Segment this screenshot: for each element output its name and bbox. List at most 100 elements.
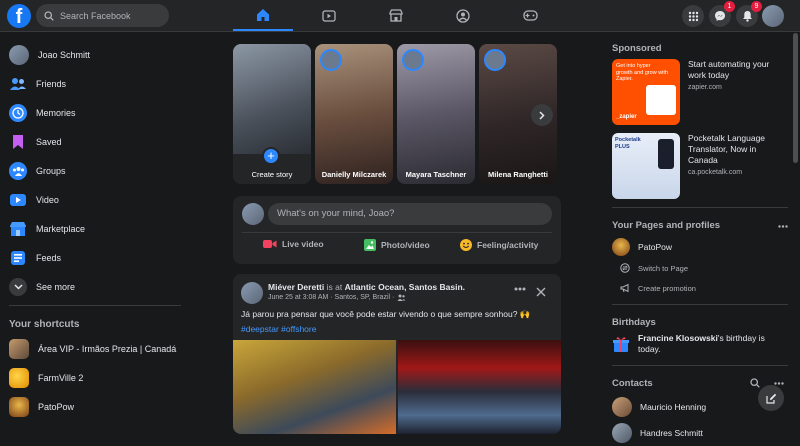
contact-name: Mauricio Henning (640, 402, 707, 412)
sponsored-heading: Sponsored (612, 33, 788, 59)
shortcut-item[interactable]: FarmVille 2 (0, 363, 190, 392)
post-meta: June 25 at 3:08 AM · Santos, SP, Brazil … (268, 294, 406, 301)
groups-icon (456, 8, 470, 23)
right-divider (612, 207, 788, 208)
composer-input[interactable]: What's on your mind, Joao? (268, 203, 552, 225)
sidebar-item-marketplace[interactable]: Marketplace (0, 214, 190, 243)
more-horizontal-icon[interactable] (774, 382, 784, 385)
post-hashtags[interactable]: #deepstar #offshore (241, 324, 316, 334)
post-place[interactable]: Atlantic Ocean, Santos Basin. (345, 282, 465, 292)
contact-avatar (612, 397, 632, 417)
gaming-icon (522, 10, 538, 21)
post-author[interactable]: Miéver Deretti (268, 282, 324, 292)
page-avatar (612, 238, 630, 256)
live-video-label: Live video (282, 239, 324, 249)
nav-watch[interactable] (299, 0, 359, 31)
facebook-logo[interactable]: f (7, 4, 31, 28)
friends-icon (9, 75, 27, 93)
smiley-icon (460, 239, 472, 251)
feed-post: Miéver Deretti is at Atlantic Ocean, San… (233, 274, 561, 434)
search-placeholder: Search Facebook (60, 10, 131, 21)
post-author-avatar[interactable] (241, 282, 263, 304)
nav-home[interactable] (233, 0, 293, 31)
new-message-button[interactable] (758, 385, 784, 411)
birthday-name[interactable]: Francine Klosowski (638, 333, 718, 343)
pages-heading: Your Pages and profiles (612, 210, 788, 236)
right-sidebar: Sponsored Get into hyper growth and grow… (612, 33, 788, 446)
photo-icon (364, 239, 376, 251)
ad-title: Start automating your work today (688, 59, 770, 80)
grid-menu-icon (688, 11, 698, 21)
notifications-button[interactable]: 9 (736, 1, 762, 27)
shortcuts-heading: Your shortcuts (9, 319, 80, 330)
nav-marketplace[interactable] (366, 0, 426, 31)
sidebar-item-groups[interactable]: Groups (0, 156, 190, 185)
story-card-create[interactable]: + Create story (233, 44, 311, 184)
ad-title: Pocketalk Language Translator, Now in Ca… (688, 133, 766, 165)
page-scrollbar[interactable] (793, 33, 798, 163)
sidebar-item-feeds[interactable]: Feeds (0, 243, 190, 272)
story-name: Danielly Milczarek (321, 170, 387, 179)
plus-icon[interactable]: + (262, 147, 280, 165)
photo-video-button[interactable]: Photo/video (364, 239, 430, 251)
page-name: PatoPow (638, 242, 673, 252)
birthday-item[interactable]: Francine Klosowski's birthday is today. (612, 333, 788, 355)
page-item[interactable]: PatoPow (612, 236, 788, 258)
sponsored-title: Sponsored (612, 43, 662, 54)
pages-more-button[interactable] (778, 220, 788, 231)
search-icon[interactable] (750, 378, 760, 388)
sidebar-item-label: See more (36, 281, 76, 292)
account-avatar[interactable] (762, 5, 784, 27)
nav-gaming[interactable] (500, 0, 560, 31)
photo-video-label: Photo/video (381, 240, 430, 250)
sponsored-ad[interactable]: Get into hyper growth and grow with Zapi… (612, 59, 788, 125)
switch-label: Switch to Page (638, 263, 689, 273)
sidebar-item-saved[interactable]: Saved (0, 127, 190, 156)
post-close-button[interactable] (536, 284, 548, 297)
search-bar[interactable]: Search Facebook (36, 4, 169, 27)
messenger-button[interactable]: 1 (709, 1, 735, 27)
ad-image-text: Get into hyper growth and grow with Zapi… (616, 63, 668, 82)
right-divider (612, 304, 788, 305)
story-card[interactable]: Milena Ranghetti (479, 44, 557, 184)
close-icon (536, 287, 546, 297)
story-name: Milena Ranghetti (487, 170, 548, 179)
shortcut-item[interactable]: Área VIP - Irmãos Prezia | Canadá (0, 334, 190, 363)
story-name: Create story (251, 170, 293, 179)
chevron-right-icon (539, 110, 545, 120)
more-horizontal-icon (778, 225, 788, 228)
story-card[interactable]: Mayara Taschner (397, 44, 475, 184)
birthdays-title: Birthdays (612, 317, 656, 328)
messenger-icon (715, 11, 725, 21)
pages-title: Your Pages and profiles (612, 220, 721, 231)
create-promotion-button[interactable]: Create promotion (612, 278, 788, 298)
search-icon (44, 10, 54, 21)
story-card[interactable]: Danielly Milczarek (315, 44, 393, 184)
sidebar-item-video[interactable]: Video (0, 185, 190, 214)
feeling-activity-button[interactable]: Feeling/activity (460, 239, 538, 251)
story-avatar (484, 49, 506, 71)
nav-groups[interactable] (433, 0, 493, 31)
menu-button[interactable] (682, 5, 704, 27)
gift-icon (613, 337, 629, 352)
home-icon (257, 8, 269, 21)
sidebar-item-profile[interactable]: Joao Schmitt (0, 40, 190, 69)
sidebar-item-label: Friends (36, 78, 67, 89)
post-is-at: is at (326, 282, 343, 292)
shortcut-thumbnail (9, 367, 29, 388)
sidebar-divider (9, 305, 181, 306)
shortcut-item[interactable]: PatoPow (0, 392, 190, 421)
shortcut-thumbnail (9, 396, 29, 417)
contact-item[interactable]: Handres Schmitt (612, 420, 788, 446)
post-options-button[interactable] (514, 286, 528, 292)
live-video-button[interactable]: Live video (263, 239, 324, 249)
ad-brand: Pocketalk PLUS (615, 137, 641, 150)
sidebar-item-friends[interactable]: Friends (0, 69, 190, 98)
sponsored-ad[interactable]: Pocketalk PLUS Pocketalk Language Transl… (612, 133, 788, 199)
sidebar-item-memories[interactable]: Memories (0, 98, 190, 127)
stories-next-button[interactable] (531, 104, 553, 126)
sidebar-item-see-more[interactable]: See more (0, 272, 190, 301)
switch-to-page-button[interactable]: Switch to Page (612, 258, 788, 278)
post-timestamp[interactable]: June 25 at 3:08 AM · Santos, SP, Brazil … (268, 294, 394, 301)
sidebar-item-label: Saved (36, 136, 62, 147)
